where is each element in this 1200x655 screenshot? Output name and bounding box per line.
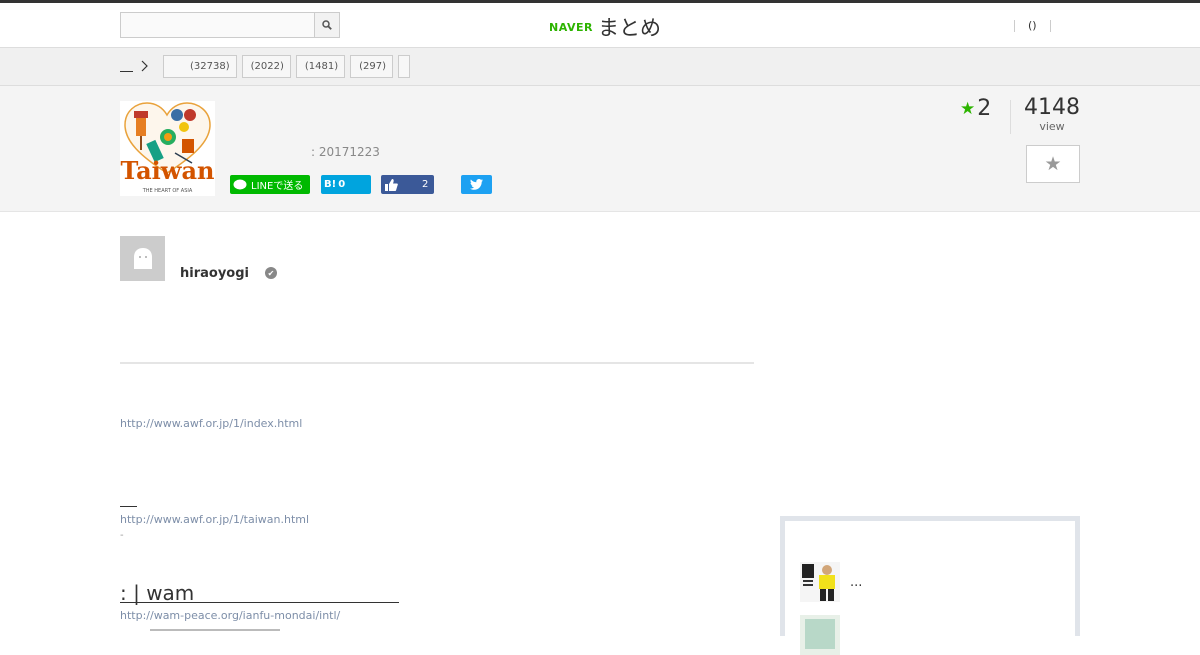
thumbnail-title: Taiwan xyxy=(120,156,215,185)
search-box xyxy=(120,12,340,38)
author-info: hiraoyogi ✔ xyxy=(120,236,277,281)
related-item[interactable] xyxy=(800,615,850,655)
favorite-count: ★ 2 xyxy=(960,96,1010,121)
heading-underline xyxy=(120,506,137,507)
tag-count: (1481) xyxy=(304,61,339,72)
source-link-1[interactable]: http://www.awf.or.jp/1/index.html xyxy=(120,417,302,430)
view-count: 4148 view xyxy=(1024,95,1080,134)
view-count-value: 4148 xyxy=(1024,95,1080,120)
thumbs-up-icon xyxy=(385,178,398,191)
related-matome-box: ... xyxy=(780,516,1080,655)
site-logo[interactable]: NAVER まとめ xyxy=(549,12,661,42)
star-icon: ★ xyxy=(960,98,976,119)
avatar[interactable] xyxy=(120,236,165,281)
breadcrumb-tag[interactable]: (1481) xyxy=(295,55,346,78)
twitter-share-button[interactable] xyxy=(461,175,492,194)
line-share-button[interactable]: LINEで送る xyxy=(230,175,310,194)
stats-divider xyxy=(1010,100,1011,134)
breadcrumb-tag[interactable] xyxy=(398,55,411,78)
source-link-3[interactable]: http://wam-peace.org/ianfu-mondai/intl/ xyxy=(120,609,340,622)
search-button[interactable] xyxy=(314,13,339,37)
content-divider xyxy=(120,362,754,364)
view-count-label: view xyxy=(1039,120,1065,133)
related-item-title: ... xyxy=(850,574,863,590)
line-share-label: LINEで送る xyxy=(251,181,304,192)
facebook-like-count: 2 xyxy=(422,179,429,190)
breadcrumb-tag[interactable]: (32738) xyxy=(163,55,237,78)
header-links: () xyxy=(1014,19,1051,32)
partial-text-line xyxy=(150,626,280,632)
verified-check-icon: ✔ xyxy=(265,267,277,279)
twitter-icon xyxy=(470,179,483,190)
matome-summary: Taiwan THE HEART OF ASIA : 20171223 LINE… xyxy=(0,86,1200,212)
header-account-link[interactable]: () xyxy=(1015,19,1050,32)
matome-logo: まとめ xyxy=(597,16,661,40)
breadcrumb-home[interactable] xyxy=(120,61,133,72)
facebook-like-button[interactable]: 2 xyxy=(381,175,434,194)
add-favorite-button[interactable]: ★ xyxy=(1026,145,1080,183)
updated-date: : 20171223 xyxy=(311,145,380,159)
search-input[interactable] xyxy=(121,13,314,37)
section-heading: : | wam xyxy=(120,582,399,604)
header-divider xyxy=(1049,19,1051,32)
favorite-count-value: 2 xyxy=(977,96,992,121)
tag-count: (297) xyxy=(359,61,387,72)
naver-logo: NAVER xyxy=(549,20,593,34)
related-item-thumbnail xyxy=(800,615,840,655)
breadcrumb-tags: (32738) (2022) (1481) (297) xyxy=(163,55,415,78)
ghost-avatar-icon xyxy=(133,247,152,269)
author-name[interactable]: hiraoyogi xyxy=(180,266,249,281)
star-icon: ★ xyxy=(1044,153,1062,175)
hatena-icon: B! xyxy=(324,179,337,190)
related-item-thumbnail xyxy=(800,562,840,602)
header: NAVER まとめ () xyxy=(0,3,1200,48)
line-icon xyxy=(233,179,247,189)
tag-count: (2022) xyxy=(250,61,284,72)
source-link-2[interactable]: http://www.awf.or.jp/1/taiwan.html xyxy=(120,513,309,526)
hatena-bookmark-button[interactable]: B! 0 xyxy=(321,175,371,194)
chevron-right-icon xyxy=(141,60,148,72)
hatena-count: 0 xyxy=(338,179,346,190)
breadcrumb-tag[interactable]: (2022) xyxy=(241,55,291,78)
matome-stats: ★ 2 4148 view xyxy=(960,96,1080,134)
related-item[interactable]: ... xyxy=(800,562,862,602)
tag-count: (32738) xyxy=(190,61,230,72)
thumbnail-subtitle: THE HEART OF ASIA xyxy=(142,188,193,194)
link-description: - xyxy=(120,530,124,541)
search-icon xyxy=(322,20,332,30)
breadcrumb: (32738) (2022) (1481) (297) xyxy=(0,48,1200,86)
breadcrumb-tag[interactable]: (297) xyxy=(350,55,394,78)
matome-thumbnail[interactable]: Taiwan THE HEART OF ASIA xyxy=(120,101,215,196)
